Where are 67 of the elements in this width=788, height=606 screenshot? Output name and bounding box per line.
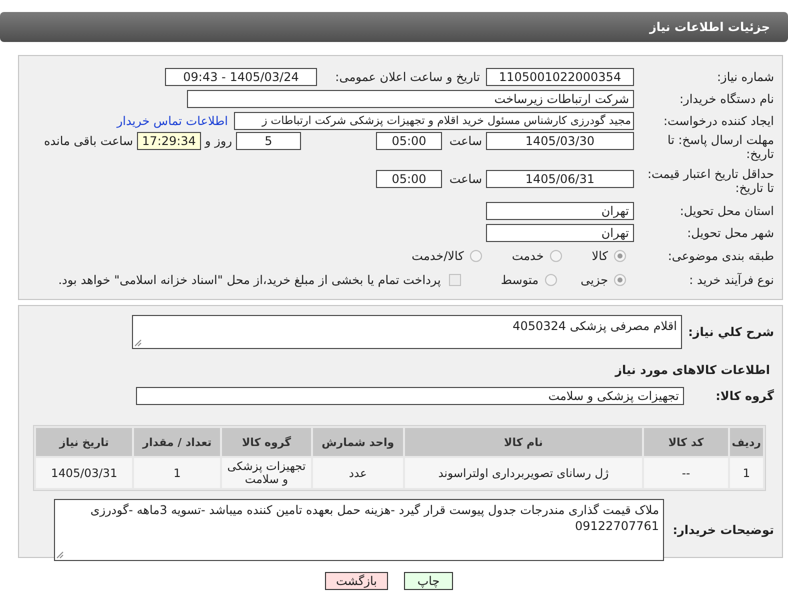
text-field[interactable]: تجهیزات پزشکی و سلامت	[136, 387, 684, 405]
table-cell: ژل رسانای تصویربرداری اولتراسوند	[404, 458, 642, 488]
field-label: ساعت	[448, 133, 482, 150]
back-button[interactable]: بازگشت	[325, 572, 388, 590]
table-cell: تجهیزات پزشکی و سلامت	[222, 458, 312, 488]
resize-grip-icon	[134, 339, 142, 347]
text-field[interactable]: شرکت ارتباطات زیرساخت	[187, 90, 634, 108]
date-field[interactable]: 1405/03/30	[486, 132, 634, 150]
date-time-field[interactable]: 1405/03/24 - 09:43	[165, 68, 317, 86]
column-header: تعداد / مقدار	[134, 428, 220, 456]
field-label: نام دستگاه خریدار:	[678, 92, 774, 106]
field-label: شماره نیاز:	[716, 70, 774, 84]
time-field[interactable]: 05:00	[376, 132, 442, 150]
option-label: جزیی	[580, 273, 608, 287]
column-header: واحد شمارش	[313, 428, 403, 456]
table-cell: 1	[730, 458, 763, 488]
checkbox[interactable]	[448, 274, 461, 286]
column-header: تاریخ نیاز	[36, 428, 132, 456]
notes-text: ملاک قیمت گذاری مندرجات جدول پیوست قرار گیرد -هزینه حمل بعهده تامین کننده میباشد -تسویه 3ماهه -گودرزی 09122707761	[90, 503, 659, 533]
radio-button[interactable]	[614, 274, 626, 286]
option-label: پرداخت تمام یا بخشی از مبلغ خرید،از محل "اسناد خزانه اسلامی" خواهد بود.	[58, 273, 441, 287]
days-field[interactable]: 5	[236, 132, 301, 150]
text-field[interactable]: تهران	[486, 224, 634, 242]
field-label: ساعت باقی مانده	[44, 133, 133, 150]
field-label: طبقه بندی موضوعی:	[666, 249, 774, 263]
table-cell: 1405/03/31	[36, 458, 132, 488]
field-label: نوع فرآیند خرید :	[688, 273, 774, 287]
radio-button[interactable]	[544, 274, 557, 286]
table-cell: 1	[134, 458, 220, 488]
radio-button[interactable]	[470, 250, 482, 262]
text-field[interactable]: مجید گودرزی کارشناس مسئول خرید اقلام و تجهیزات پزشکی شرکت ارتباطات ز	[234, 112, 634, 130]
column-header: نام کالا	[404, 428, 642, 456]
date-field[interactable]: 1405/06/31	[486, 170, 634, 188]
table-cell: عدد	[313, 458, 403, 488]
field-label: حداقل تاریخ اعتبار قیمت: تا تاریخ:	[646, 166, 774, 195]
notes-textarea[interactable]: ملاک قیمت گذاری مندرجات جدول پیوست قرار گیرد -هزینه حمل بعهده تامین کننده میباشد -تسویه 3ماهه -گودرزی 09122707761	[54, 499, 664, 561]
field-label: شهر محل تحویل:	[686, 226, 774, 240]
countdown-field[interactable]: 17:29:34	[137, 132, 201, 150]
radio-button[interactable]	[614, 250, 626, 262]
column-header: ردیف	[730, 428, 763, 456]
summary-text: اقلام مصرفی پزشکی 4050324	[512, 319, 677, 333]
field-label: گروه کالا:	[714, 389, 774, 403]
field-label: ساعت	[448, 171, 482, 188]
table-cell: --	[644, 458, 728, 488]
page-title: جزئیات اطلاعات نیاز	[649, 20, 770, 34]
field-label: مهلت ارسال پاسخ: تا تاریخ:	[666, 132, 774, 161]
field-label: تاریخ و ساعت اعلان عمومی:	[334, 70, 480, 84]
option-label: کالا	[592, 249, 608, 263]
field-label: شرح كلي نیاز:	[687, 325, 774, 339]
resize-grip-icon	[56, 551, 64, 559]
need-number-field[interactable]: 1105001022000354	[486, 68, 634, 86]
field-label: ایجاد کننده درخواست:	[662, 114, 774, 128]
field-label: استان محل تحویل:	[678, 204, 774, 218]
field-label: روز و	[205, 133, 232, 150]
column-header: گروه کالا	[222, 428, 312, 456]
contact-link[interactable]: اطلاعات تماس خریدار	[116, 114, 228, 128]
column-header: کد کالا	[644, 428, 728, 456]
summary-textarea[interactable]: اقلام مصرفی پزشکی 4050324	[132, 315, 682, 349]
field-label: توضیحات خریدار:	[672, 523, 774, 537]
option-label: کالا/خدمت	[412, 249, 464, 263]
option-label: متوسط	[500, 273, 539, 287]
print-button[interactable]: چاپ	[404, 572, 453, 590]
time-field[interactable]: 05:00	[376, 170, 442, 188]
option-label: خدمت	[512, 249, 544, 263]
section-title: اطلاعات کالاهای مورد نیاز	[614, 363, 770, 379]
text-field[interactable]: تهران	[486, 202, 634, 220]
radio-button[interactable]	[550, 250, 562, 262]
